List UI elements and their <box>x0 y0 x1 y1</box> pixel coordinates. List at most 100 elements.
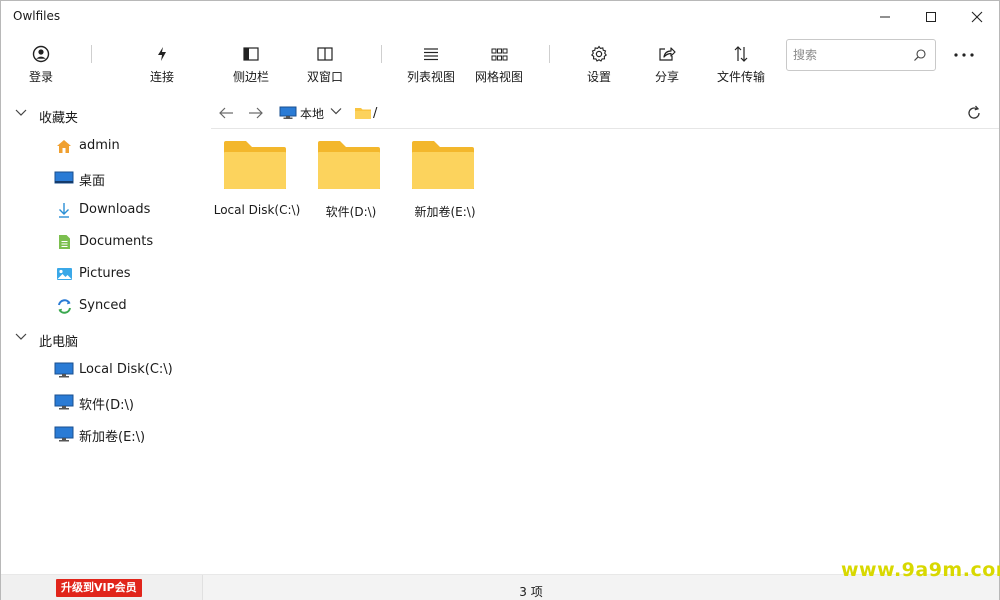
sidebar-item-synced[interactable]: Synced <box>41 291 201 321</box>
forward-button[interactable] <box>245 103 267 123</box>
more-options-button[interactable] <box>946 41 982 69</box>
user-circle-icon <box>32 43 50 65</box>
grid-view-button[interactable]: 网格视图 <box>464 37 534 85</box>
sidebar-item-label: Synced <box>79 298 127 313</box>
chevron-down-icon[interactable] <box>329 104 343 118</box>
folder-icon <box>355 108 371 119</box>
search-icon[interactable] <box>913 48 927 66</box>
gear-icon <box>590 43 608 65</box>
lightning-icon <box>156 43 168 65</box>
sidebar-item-pictures[interactable]: Pictures <box>41 259 201 289</box>
breadcrumb-root[interactable]: / <box>354 103 377 123</box>
refresh-icon <box>968 105 980 119</box>
sidebar-item-admin[interactable]: admin <box>41 131 201 161</box>
watermark: www.9a9m.com <box>841 559 1000 581</box>
refresh-button[interactable] <box>963 102 985 124</box>
dual-window-button[interactable]: 双窗口 <box>290 37 360 85</box>
home-icon <box>54 138 74 154</box>
close-button[interactable] <box>954 1 1000 33</box>
monitor-icon <box>54 426 74 442</box>
toolbar-divider <box>549 45 550 63</box>
chevron-down-icon <box>15 109 27 116</box>
maximize-icon <box>926 12 936 22</box>
folder-icon <box>224 141 286 189</box>
document-icon <box>54 234 74 250</box>
monitor-icon <box>279 106 297 119</box>
sidebar-item-label: 新加卷(E:\) <box>79 430 146 445</box>
breadcrumb-local[interactable]: 本地 <box>279 103 324 123</box>
toolbar-divider <box>381 45 382 63</box>
sidebar: 收藏夹 admin 桌面 Downloads Documents Picture… <box>1 97 206 572</box>
download-icon <box>54 202 74 218</box>
folder-icon <box>318 141 380 189</box>
app-title: Owlfiles <box>13 9 61 23</box>
breadcrumb-path: / <box>373 105 378 121</box>
connect-button[interactable]: 连接 <box>127 37 197 85</box>
this-pc-label: 此电脑 <box>39 335 79 350</box>
sidebar-item-downloads[interactable]: Downloads <box>41 195 201 225</box>
folder-icon <box>412 141 474 189</box>
chevron-down-icon <box>15 333 27 340</box>
folder-name: 新加卷(E:\) <box>414 205 476 219</box>
list-view-label: 列表视图 <box>406 70 455 84</box>
dual-window-label: 双窗口 <box>306 70 343 84</box>
sidebar-item-drive-d[interactable]: 软件(D:\) <box>41 387 201 417</box>
app-window: Owlfiles 登录 连接 侧边栏 双窗口 列表视图 网格视图 设置 分享 文… <box>0 0 1000 600</box>
settings-label: 设置 <box>586 70 611 84</box>
sidebar-item-drive-e[interactable]: 新加卷(E:\) <box>41 419 201 449</box>
sync-icon <box>54 298 74 314</box>
sidebar-icon <box>243 43 259 65</box>
search-input[interactable] <box>793 46 903 64</box>
share-icon <box>658 43 676 65</box>
file-grid: Local Disk(C:\) 软件(D:\) 新加卷(E:\) <box>211 135 999 565</box>
minimize-button[interactable] <box>862 1 908 33</box>
navigation-bar: 本地 / <box>211 97 999 129</box>
more-icon <box>954 53 974 57</box>
login-button[interactable]: 登录 <box>6 37 76 85</box>
sidebar-item-drive-c[interactable]: Local Disk(C:\) <box>41 355 201 385</box>
monitor-icon <box>54 362 74 378</box>
picture-icon <box>54 266 74 282</box>
desktop-icon <box>54 170 74 186</box>
login-label: 登录 <box>28 70 53 84</box>
file-transfer-label: 文件传输 <box>716 70 765 84</box>
sidebar-toggle-button[interactable]: 侧边栏 <box>216 37 286 85</box>
close-icon <box>971 11 983 23</box>
transfer-icon <box>734 43 748 65</box>
split-window-icon <box>317 43 333 65</box>
sidebar-item-desktop[interactable]: 桌面 <box>41 163 201 193</box>
breadcrumb-label: 本地 <box>300 106 325 121</box>
upgrade-vip-button[interactable]: 升级到VIP会员 <box>56 579 142 597</box>
list-view-icon <box>423 43 439 65</box>
sidebar-item-label: Documents <box>79 234 154 249</box>
search-box[interactable] <box>786 39 936 71</box>
sidebar-item-label: 软件(D:\) <box>79 398 134 413</box>
favorites-header[interactable]: 收藏夹 <box>1 99 206 129</box>
grid-view-label: 网格视图 <box>474 70 523 84</box>
sidebar-item-documents[interactable]: Documents <box>41 227 201 257</box>
this-pc-header[interactable]: 此电脑 <box>1 323 206 353</box>
share-label: 分享 <box>654 70 679 84</box>
sidebar-item-label: admin <box>79 138 120 153</box>
minimize-icon <box>880 16 890 18</box>
monitor-icon <box>54 394 74 410</box>
list-view-button[interactable]: 列表视图 <box>396 37 466 85</box>
settings-button[interactable]: 设置 <box>564 37 634 85</box>
sidebar-toggle-label: 侧边栏 <box>232 70 269 84</box>
file-transfer-button[interactable]: 文件传输 <box>706 37 776 85</box>
toolbar-divider <box>91 45 92 63</box>
folder-tile[interactable]: 软件(D:\) <box>306 135 396 225</box>
favorites-label: 收藏夹 <box>39 111 79 126</box>
arrow-right-icon <box>249 107 263 119</box>
sidebar-item-label: Downloads <box>79 202 151 217</box>
folder-tile[interactable]: Local Disk(C:\) <box>212 135 302 225</box>
maximize-button[interactable] <box>908 1 954 33</box>
item-count: 3 项 <box>519 585 543 599</box>
share-button[interactable]: 分享 <box>632 37 702 85</box>
connect-label: 连接 <box>149 70 174 84</box>
arrow-left-icon <box>219 107 233 119</box>
grid-view-icon <box>491 43 508 65</box>
folder-tile[interactable]: 新加卷(E:\) <box>400 135 490 225</box>
sidebar-item-label: Local Disk(C:\) <box>79 362 173 377</box>
back-button[interactable] <box>215 103 237 123</box>
